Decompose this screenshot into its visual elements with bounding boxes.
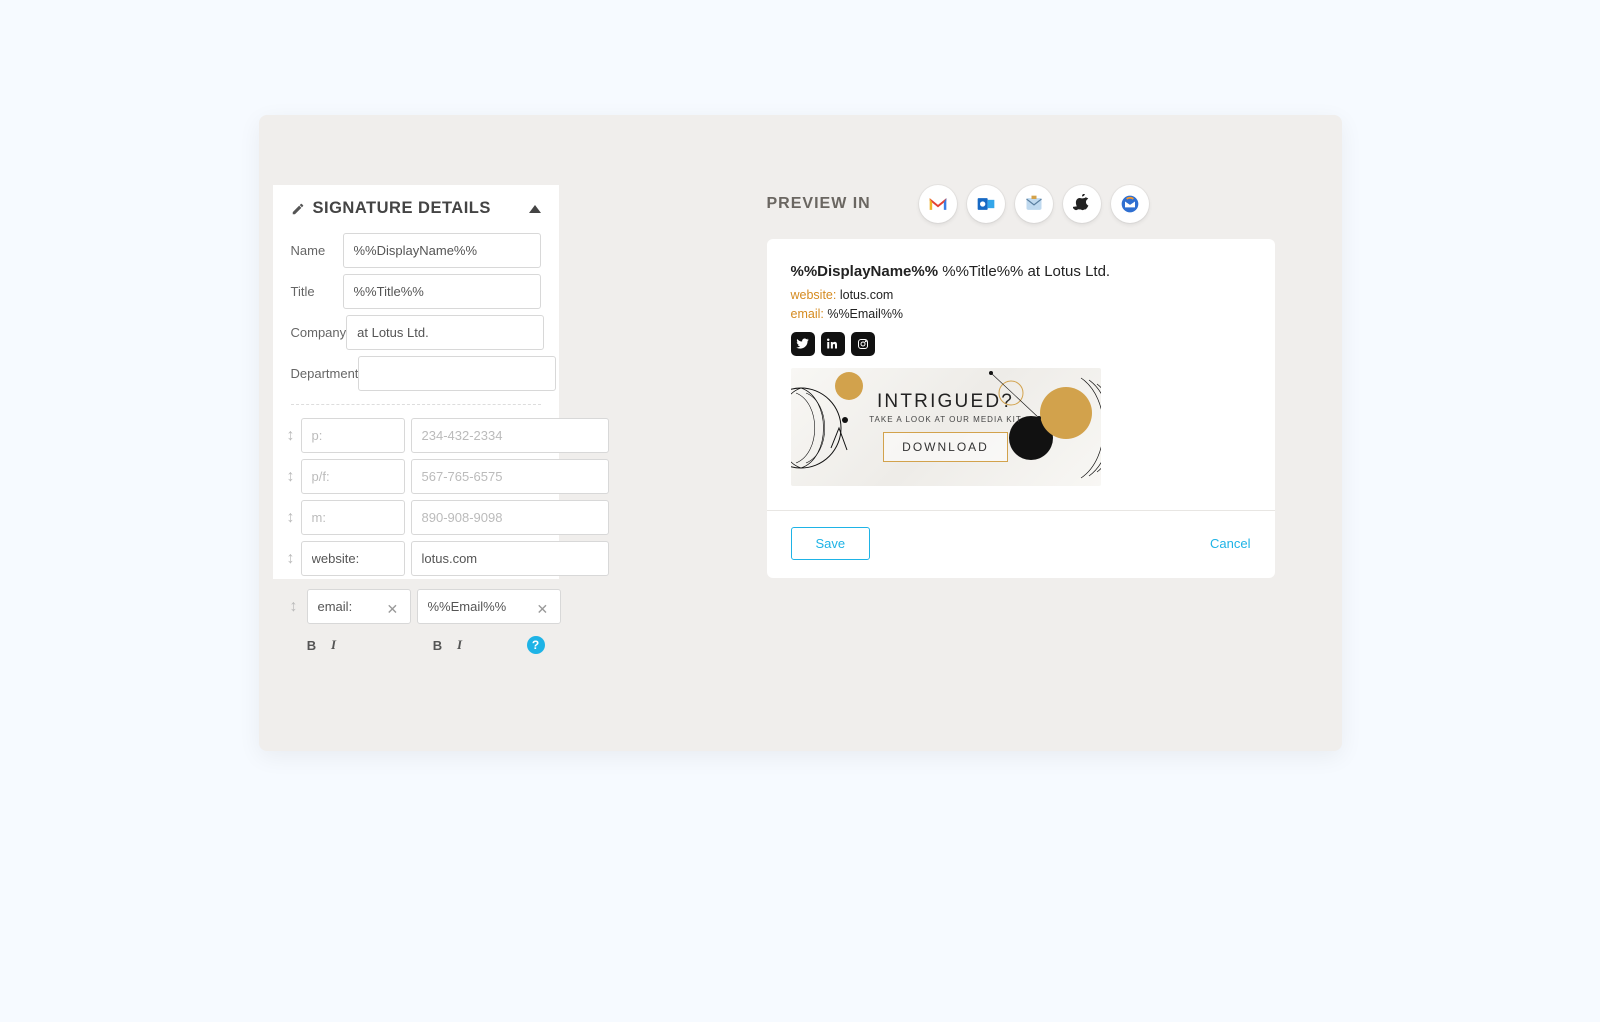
drag-handle-icon[interactable]: ↕ xyxy=(287,468,295,486)
thunderbird-icon[interactable] xyxy=(1111,185,1149,223)
contact-row-email: ↕ ✕ ✕ xyxy=(273,579,559,630)
preview-actions: Save Cancel xyxy=(767,510,1275,578)
signature-website-key: website: xyxy=(791,288,837,302)
contact-row-phone: ↕ xyxy=(273,415,559,456)
contact-label-input[interactable] xyxy=(301,541,405,576)
field-company-row: Company xyxy=(273,312,559,353)
signature-banner[interactable]: INTRIGUED? TAKE A LOOK AT OUR MEDIA KIT … xyxy=(791,368,1101,486)
signature-details-panel: SIGNATURE DETAILS Name Title Company Dep… xyxy=(273,185,559,668)
italic-button[interactable]: I xyxy=(453,637,467,653)
field-title-label: Title xyxy=(291,284,343,299)
contact-label-input[interactable] xyxy=(301,459,405,494)
divider xyxy=(291,404,541,405)
field-department-label: Department xyxy=(291,366,359,381)
drag-handle-icon[interactable]: ↕ xyxy=(287,598,301,616)
instagram-icon[interactable] xyxy=(851,332,875,356)
drag-handle-icon[interactable]: ↕ xyxy=(287,427,295,445)
outlook-icon[interactable] xyxy=(967,185,1005,223)
signature-email-val: %%Email%% xyxy=(827,307,903,321)
contact-row-phonefax: ↕ xyxy=(273,456,559,497)
contact-value-input[interactable] xyxy=(411,459,609,494)
contact-row-mobile: ↕ xyxy=(273,497,559,538)
preview-in-label: PREVIEW IN xyxy=(767,195,871,213)
applemail-icon[interactable] xyxy=(1015,185,1053,223)
field-name-label: Name xyxy=(291,243,343,258)
format-toolbar: B I B I ? xyxy=(273,630,559,668)
signature-website-val: lotus.com xyxy=(840,288,894,302)
field-company-label: Company xyxy=(291,325,347,340)
signature-display-name: %%DisplayName%% xyxy=(791,263,939,280)
clear-icon[interactable]: ✕ xyxy=(387,601,399,613)
preview-card: %%DisplayName%% %%Title%% at Lotus Ltd. … xyxy=(767,239,1275,578)
contact-value-input[interactable] xyxy=(411,541,609,576)
contact-row-website: ↕ xyxy=(273,538,559,579)
company-input[interactable] xyxy=(346,315,544,350)
contact-value-input[interactable] xyxy=(411,418,609,453)
client-icons xyxy=(919,185,1149,223)
title-input[interactable] xyxy=(343,274,541,309)
save-button[interactable]: Save xyxy=(791,527,871,560)
preview-area: PREVIEW IN %%Di xyxy=(767,185,1275,578)
name-input[interactable] xyxy=(343,233,541,268)
contact-label-input[interactable] xyxy=(301,418,405,453)
collapse-icon[interactable] xyxy=(529,205,541,213)
help-button[interactable]: ? xyxy=(527,636,545,654)
app-frame: SIGNATURE DETAILS Name Title Company Dep… xyxy=(259,115,1342,751)
panel-header[interactable]: SIGNATURE DETAILS xyxy=(273,185,559,230)
gmail-icon[interactable] xyxy=(919,185,957,223)
italic-button[interactable]: I xyxy=(327,637,341,653)
department-input[interactable] xyxy=(358,356,556,391)
bold-button[interactable]: B xyxy=(305,638,319,653)
signature-email-key: email: xyxy=(791,307,824,321)
apple-icon[interactable] xyxy=(1063,185,1101,223)
signature-contact-block: website: lotus.com email: %%Email%% xyxy=(791,286,1251,324)
signature-name-line: %%DisplayName%% %%Title%% at Lotus Ltd. xyxy=(791,263,1251,280)
contact-label-input[interactable] xyxy=(301,500,405,535)
banner-title: INTRIGUED? xyxy=(877,391,1014,413)
contact-value-input[interactable] xyxy=(411,500,609,535)
pen-icon xyxy=(291,202,305,216)
banner-subtitle: TAKE A LOOK AT OUR MEDIA KIT xyxy=(869,415,1021,424)
signature-title-suffix: %%Title%% at Lotus Ltd. xyxy=(942,263,1110,280)
linkedin-icon[interactable] xyxy=(821,332,845,356)
drag-handle-icon[interactable]: ↕ xyxy=(287,550,295,568)
bold-button[interactable]: B xyxy=(431,638,445,653)
preview-header: PREVIEW IN xyxy=(767,185,1275,223)
twitter-icon[interactable] xyxy=(791,332,815,356)
signature-social-row xyxy=(791,332,1251,356)
clear-icon[interactable]: ✕ xyxy=(537,601,549,613)
field-department-row: Department xyxy=(273,353,559,394)
drag-handle-icon[interactable]: ↕ xyxy=(287,509,295,527)
field-name-row: Name xyxy=(273,230,559,271)
banner-cta-button[interactable]: DOWNLOAD xyxy=(883,432,1008,462)
field-title-row: Title xyxy=(273,271,559,312)
panel-title: SIGNATURE DETAILS xyxy=(313,199,491,218)
cancel-button[interactable]: Cancel xyxy=(1210,536,1250,551)
